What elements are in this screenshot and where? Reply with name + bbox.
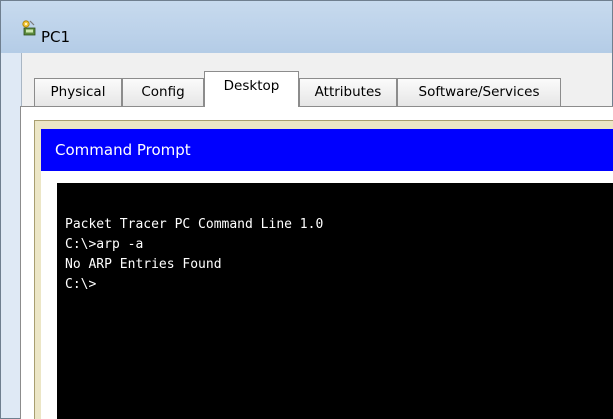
tab-label: Physical — [50, 84, 106, 100]
header-separator — [41, 171, 613, 183]
terminal-prompt-line: C:\> — [65, 277, 97, 292]
tab-label: Config — [141, 84, 185, 100]
terminal-margin — [41, 183, 57, 419]
terminal-line: No ARP Entries Found — [65, 257, 222, 272]
tab-label: Software/Services — [418, 84, 540, 100]
tab-desktop[interactable]: Desktop — [204, 71, 299, 107]
tab-strip: Physical Config Desktop Attributes Softw… — [20, 70, 613, 107]
terminal-output[interactable]: Packet Tracer PC Command Line 1.0 C:\>ar… — [57, 183, 613, 419]
tab-software-services[interactable]: Software/Services — [397, 78, 561, 106]
pc-device-icon — [21, 19, 37, 37]
command-prompt-header: Command Prompt — [41, 129, 613, 171]
terminal-line: C:\>arp -a — [65, 237, 144, 252]
tab-label: Attributes — [314, 84, 382, 100]
terminal-line: Packet Tracer PC Command Line 1.0 — [65, 217, 324, 232]
tab-physical[interactable]: Physical — [34, 78, 122, 106]
window-title: PC1 — [41, 28, 71, 46]
tab-label: Desktop — [223, 78, 280, 94]
command-prompt-title: Command Prompt — [55, 141, 191, 159]
tab-config[interactable]: Config — [122, 78, 204, 106]
tab-attributes[interactable]: Attributes — [299, 78, 397, 106]
title-bar[interactable]: PC1 — [1, 1, 612, 53]
